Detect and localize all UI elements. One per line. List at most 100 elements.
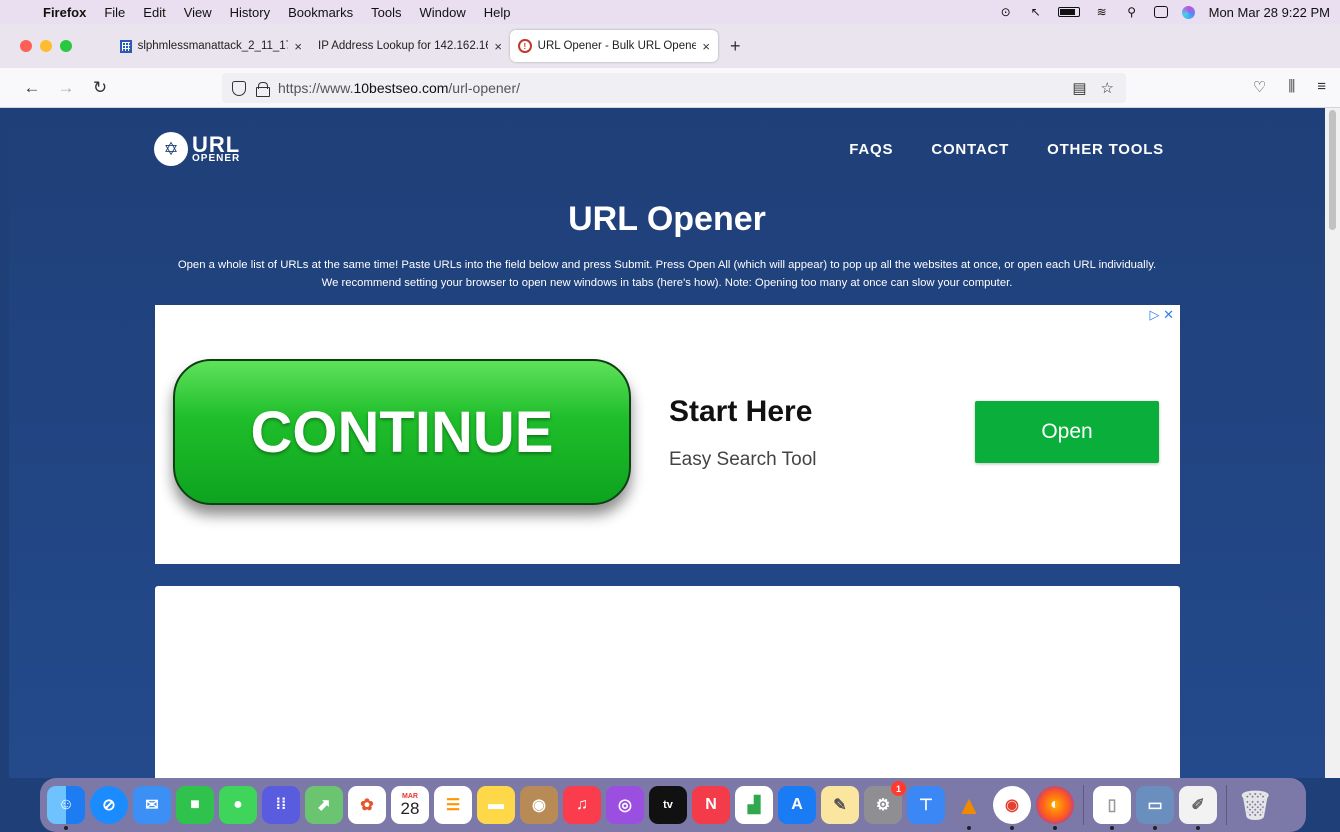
notes-document-icon[interactable]: ✐ [1179, 786, 1217, 830]
apple-tv-icon[interactable]: tv [649, 786, 687, 824]
site-logo[interactable]: ✡ URL OPENER [154, 132, 240, 166]
url-input-card [155, 586, 1180, 778]
menubar-clock[interactable]: Mon Mar 28 9:22 PM [1209, 5, 1330, 20]
calendar-day: 28 [400, 799, 420, 818]
preview-icon[interactable]: ▭ [1136, 786, 1174, 830]
minimize-window-button[interactable] [40, 40, 52, 52]
dock: ☺ ⊘ ✉ ■ ● ⁞⁞ ⬈ ✿ MAR 28 ☰ ▬ ◉ ♫ ◎ tv N ▟… [40, 778, 1306, 832]
navigation-toolbar: ← → ↻ https://www.10bestseo.com/url-open… [0, 68, 1340, 108]
nav-link-contact[interactable]: CONTACT [931, 141, 1009, 158]
numbers-icon[interactable]: ▟ [735, 786, 773, 824]
forward-arrow-icon[interactable]: → [52, 78, 80, 98]
ad-open-button[interactable]: Open [975, 401, 1159, 463]
maps-icon[interactable]: ⬈ [305, 786, 343, 824]
page-scrollbar[interactable] [1325, 108, 1340, 778]
advertisement-banner[interactable]: ▷ ✕ CONTINUE Start Here Easy Search Tool… [155, 305, 1180, 564]
reminders-icon[interactable]: ☰ [434, 786, 472, 824]
dock-separator [1226, 785, 1227, 825]
contacts-icon[interactable]: ◉ [520, 786, 558, 824]
menu-app-firefox[interactable]: Firefox [34, 5, 95, 20]
menu-tools[interactable]: Tools [362, 5, 410, 20]
close-tab-icon[interactable]: × [494, 39, 502, 54]
lock-icon[interactable] [256, 81, 270, 97]
vlc-icon[interactable]: ▲ [950, 786, 988, 830]
spreadsheet-icon [120, 39, 132, 53]
bookmark-star-icon[interactable]: ☆ [1101, 79, 1114, 97]
close-tab-icon[interactable]: × [702, 39, 710, 54]
menu-history[interactable]: History [221, 5, 279, 20]
cursor-icon[interactable]: ↖ [1028, 5, 1044, 19]
safari-icon[interactable]: ⊘ [90, 786, 128, 824]
tracking-protection-shield-icon[interactable] [232, 80, 246, 96]
firefox-icon[interactable]: ◐ [1036, 786, 1074, 830]
page-title: URL Opener [568, 200, 766, 238]
library-icon[interactable]: ⫼ [1288, 78, 1295, 96]
nav-link-faqs[interactable]: FAQS [849, 141, 893, 158]
chrome-icon[interactable]: ◉ [993, 786, 1031, 830]
messages-icon[interactable]: ● [219, 786, 257, 824]
address-url[interactable]: https://www.10bestseo.com/url-opener/ [278, 80, 520, 96]
spotlight-search-icon[interactable]: ⚲ [1124, 5, 1140, 19]
mail-icon[interactable]: ✉ [133, 786, 171, 824]
star-logo-icon: ✡ [154, 132, 188, 166]
site-header: ✡ URL OPENER FAQS CONTACT OTHER TOOLS [154, 130, 1164, 168]
facetime-icon[interactable]: ■ [176, 786, 214, 824]
control-center-icon[interactable] [1153, 6, 1168, 18]
tab-title: slphmlessmanattack_2_11_17_114 [137, 40, 289, 52]
keynote-icon[interactable]: ⊤ [907, 786, 945, 824]
ad-headline[interactable]: Start Here [669, 395, 812, 429]
trash-icon[interactable]: 🗑 [1236, 786, 1274, 824]
address-bar[interactable]: https://www.10bestseo.com/url-opener/ ▤ … [222, 73, 1126, 103]
ad-continue-button[interactable]: CONTINUE [173, 359, 631, 505]
web-page: ✡ URL OPENER FAQS CONTACT OTHER TOOLS UR… [9, 108, 1325, 778]
site-nav: FAQS CONTACT OTHER TOOLS [849, 141, 1164, 158]
tab-url-opener[interactable]: ! URL Opener - Bulk URL Opener × [510, 30, 718, 62]
app-store-icon[interactable]: A [778, 786, 816, 824]
launchpad-icon[interactable]: ⁞⁞ [262, 786, 300, 824]
wifi-icon[interactable]: ≋ [1094, 5, 1110, 19]
calendar-icon[interactable]: MAR 28 [391, 786, 429, 824]
zoom-window-button[interactable] [60, 40, 72, 52]
menu-edit[interactable]: Edit [134, 5, 174, 20]
tab-strip: slphmlessmanattack_2_11_17_114 × IP Addr… [0, 24, 1340, 68]
logo-text-url: URL [192, 131, 241, 157]
menu-bar: Firefox File Edit View History Bookmarks… [0, 0, 1340, 24]
nav-link-other-tools[interactable]: OTHER TOOLS [1047, 141, 1164, 158]
menu-help[interactable]: Help [475, 5, 520, 20]
menu-bookmarks[interactable]: Bookmarks [279, 5, 362, 20]
document-icon[interactable]: ▯ [1093, 786, 1131, 830]
reader-view-icon[interactable]: ▤ [1072, 79, 1086, 97]
siri-icon[interactable] [1181, 5, 1195, 19]
dock-separator [1083, 785, 1084, 825]
music-icon[interactable]: ♫ [563, 786, 601, 824]
page-description: Open a whole list of URLs at the same ti… [177, 259, 1157, 289]
news-icon[interactable]: N [692, 786, 730, 824]
logo-text-opener: OPENER [192, 153, 241, 165]
hamburger-menu-icon[interactable]: ≡ [1317, 78, 1326, 96]
back-arrow-icon[interactable]: ← [18, 78, 46, 98]
window-controls [0, 40, 112, 52]
new-tab-plus-icon[interactable]: + [730, 36, 741, 57]
podcasts-icon[interactable]: ◎ [606, 786, 644, 824]
menu-view[interactable]: View [175, 5, 221, 20]
close-tab-icon[interactable]: × [294, 39, 302, 54]
tab-ip-lookup[interactable]: IP Address Lookup for 142.162.161.1 × [310, 30, 510, 62]
finder-icon[interactable]: ☺ [47, 786, 85, 830]
notification-badge: 1 [891, 781, 906, 796]
tab-title: URL Opener - Bulk URL Opener [537, 40, 697, 52]
menu-window[interactable]: Window [411, 5, 475, 20]
reload-icon[interactable]: ↻ [86, 78, 114, 98]
tab-spreadsheet[interactable]: slphmlessmanattack_2_11_17_114 × [112, 30, 310, 62]
battery-icon[interactable] [1057, 7, 1080, 17]
pocket-icon[interactable]: ♡ [1253, 78, 1266, 96]
close-window-button[interactable] [20, 40, 32, 52]
menu-file[interactable]: File [95, 5, 134, 20]
notes-icon[interactable]: ▬ [477, 786, 515, 824]
play-circle-icon[interactable]: ⊙ [998, 5, 1014, 19]
system-preferences-icon[interactable]: ⚙ 1 [864, 781, 906, 824]
scrollbar-thumb[interactable] [1329, 110, 1336, 230]
textedit-icon[interactable]: ✎ [821, 786, 859, 824]
ad-choices-icon[interactable]: ▷ ✕ [1149, 307, 1174, 323]
photos-icon[interactable]: ✿ [348, 786, 386, 824]
ad-subtext[interactable]: Easy Search Tool [669, 449, 817, 471]
